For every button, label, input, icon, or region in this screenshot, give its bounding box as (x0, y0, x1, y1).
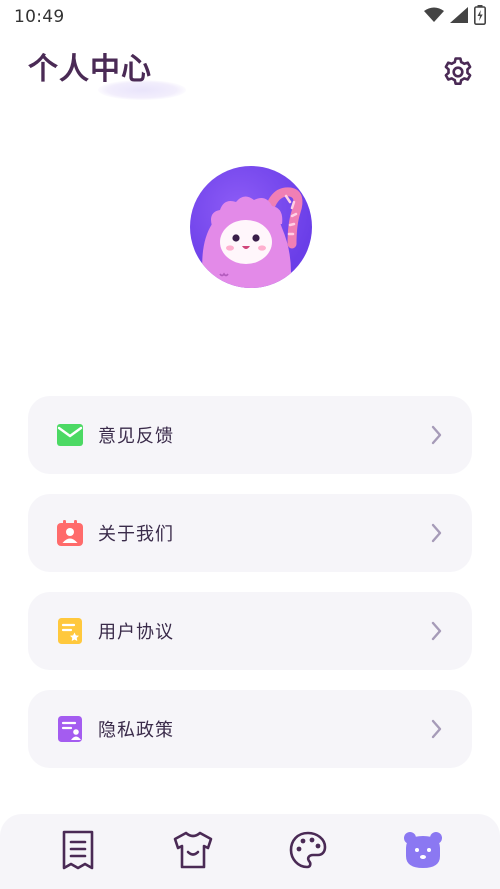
chevron-right-icon (430, 620, 444, 642)
title-wrap: 个人中心 (28, 50, 186, 100)
page-title: 个人中心 (28, 52, 152, 87)
status-icons (424, 5, 486, 29)
status-time: 10:49 (14, 7, 65, 27)
menu-label-about: 关于我们 (98, 524, 174, 545)
wifi-icon (424, 7, 444, 27)
menu-list: 意见反馈 关于我们 用户协议 隐私政策 (28, 396, 472, 788)
menu-item-user-agreement[interactable]: 用户协议 (28, 592, 472, 670)
menu-item-about[interactable]: 关于我们 (28, 494, 472, 572)
battery-icon (474, 5, 486, 29)
nav-item-palette[interactable] (286, 830, 330, 874)
nav-item-receipt[interactable] (56, 830, 100, 874)
signal-icon (450, 7, 468, 27)
bottom-nav (0, 814, 500, 889)
status-bar: 10:49 (0, 0, 500, 34)
settings-button[interactable] (440, 56, 476, 92)
tshirt-icon (172, 830, 214, 874)
contact-card-icon (56, 519, 84, 547)
palette-icon (288, 830, 328, 874)
menu-label-feedback: 意见反馈 (98, 426, 174, 447)
menu-item-feedback[interactable]: 意见反馈 (28, 396, 472, 474)
menu-label-user-agreement: 用户协议 (98, 622, 174, 643)
gear-icon (442, 56, 474, 92)
document-star-icon (56, 617, 84, 645)
mail-icon (56, 421, 84, 449)
bear-icon (402, 830, 444, 874)
avatar[interactable] (190, 166, 312, 288)
chevron-right-icon (430, 718, 444, 740)
chevron-right-icon (430, 522, 444, 544)
chevron-right-icon (430, 424, 444, 446)
receipt-icon (61, 830, 95, 874)
privacy-document-icon (56, 715, 84, 743)
menu-item-privacy-policy[interactable]: 隐私政策 (28, 690, 472, 768)
header: 个人中心 (0, 44, 500, 104)
monster-avatar (202, 187, 303, 288)
nav-item-tshirt[interactable] (171, 830, 215, 874)
menu-label-privacy-policy: 隐私政策 (98, 720, 174, 741)
nav-item-profile[interactable] (401, 830, 445, 874)
